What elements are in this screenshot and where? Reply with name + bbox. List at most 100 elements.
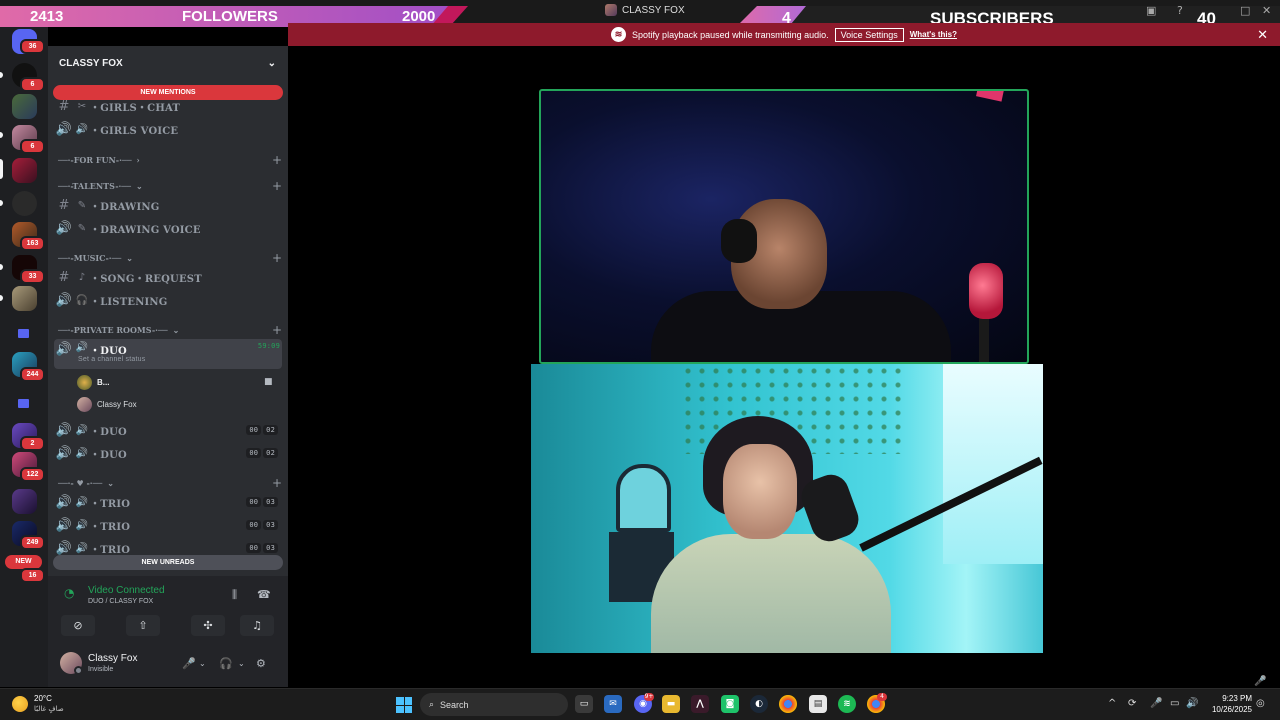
minimize-icon[interactable]: □ (1240, 4, 1250, 17)
add-channel-icon[interactable]: + (272, 153, 282, 167)
gear-icon[interactable]: ⚙ (256, 657, 266, 670)
voice-user[interactable]: B... (77, 372, 109, 392)
followers-label: FOLLOWERS (182, 8, 278, 25)
add-channel-icon[interactable]: + (272, 323, 282, 337)
screen: 2413 FOLLOWERS 2000 4 SUBSCRIBERS 40 CLA… (0, 0, 1280, 720)
voice-user[interactable]: Classy Fox (77, 394, 137, 414)
task-view-icon[interactable]: ▭ (575, 695, 593, 713)
clock-date[interactable]: 10/26/2025 (1204, 705, 1252, 714)
category-heart[interactable]: ──·- ♥ -·── ⌄ + (58, 476, 282, 490)
server-avatar[interactable] (12, 489, 37, 514)
outlook-icon[interactable]: ✉ (604, 695, 622, 713)
weather-temp[interactable]: 20°C (34, 694, 52, 703)
server-badge: 36 (20, 39, 45, 54)
category-talents[interactable]: ──·-TALENTS-·── ⌄ + (58, 179, 282, 193)
channel-duo[interactable]: 🔊 🔊 ・DUO 00 02 (54, 443, 282, 463)
new-servers-count: 16 (20, 568, 45, 583)
close-window-icon[interactable]: ✕ (1262, 4, 1271, 17)
add-channel-icon[interactable]: + (272, 251, 282, 265)
search-box[interactable]: ⌕ Search (420, 693, 568, 716)
new-servers-badge[interactable]: NEW (5, 555, 42, 569)
voice-channel-path[interactable]: DUO / CLASSY FOX (88, 598, 153, 605)
screen-share-icon[interactable]: ▣ (1146, 4, 1156, 17)
camera-off-button[interactable]: ⊘ (61, 615, 95, 636)
channel-duo-active[interactable]: 🔊 🔊 ・DUO 59:09 Set a channel status (54, 339, 282, 369)
channel-drawing[interactable]: # ✎ ・DRAWING (54, 195, 282, 215)
folder-icon[interactable] (18, 329, 29, 338)
unread-pill (0, 264, 3, 270)
chevron-up-icon[interactable]: ^ (1108, 698, 1116, 709)
spotify-icon[interactable]: ≋ (838, 695, 856, 713)
voice-settings-button[interactable]: Voice Settings (834, 27, 904, 42)
file-explorer-icon[interactable]: ▬ (662, 695, 680, 713)
chevron-down-icon[interactable]: ⌄ (199, 659, 206, 668)
server-avatar[interactable] (12, 286, 37, 311)
speaker-icon: 🔊 (55, 422, 73, 438)
server-avatar[interactable] (12, 94, 37, 119)
server-badge: 6 (20, 77, 45, 92)
voice-user-name: Classy Fox (97, 399, 137, 409)
speaker-icon: 🔊 (75, 542, 89, 554)
chrome-icon[interactable] (779, 695, 797, 713)
channel-listening[interactable]: 🔊 🎧 ・LISTENING (54, 290, 282, 310)
chevron-down-icon[interactable]: ⌄ (238, 659, 245, 668)
folder-icon[interactable] (18, 399, 29, 408)
channel-duo[interactable]: 🔊 🔊 ・DUO 00 02 (54, 420, 282, 440)
clock-time[interactable]: 9:23 PM (1208, 694, 1252, 703)
whats-this-link[interactable]: What's this? (910, 30, 957, 39)
speaker-icon: 🔊 (55, 494, 73, 510)
user-name[interactable]: Classy Fox (88, 653, 137, 664)
microphone-icon[interactable]: 🎤 (1150, 698, 1162, 709)
network-icon[interactable]: ▭ (1170, 698, 1179, 709)
editor-icon[interactable]: ⋀ (691, 695, 709, 713)
disconnect-icon[interactable]: ☎ (257, 588, 271, 601)
channel-trio[interactable]: 🔊 🔊 ・TRIO 00 03 (54, 515, 282, 535)
channel-label: ・TRIO (90, 544, 131, 556)
video-tile-speaking[interactable] (539, 89, 1029, 364)
avatar (77, 396, 92, 412)
weather-icon[interactable] (12, 696, 28, 712)
channel-trio[interactable]: 🔊 🔊 ・TRIO 00 03 (54, 492, 282, 512)
notification-icon[interactable]: ◎ (1256, 698, 1265, 709)
noise-suppression-icon[interactable]: ⫼ (232, 588, 237, 602)
headphones-icon[interactable]: 🎧 (219, 657, 233, 670)
channel-girls-chat[interactable]: # ✂ ・GIRLS・CHAT (54, 96, 282, 116)
help-icon[interactable]: ? (1177, 4, 1183, 17)
channel-status[interactable]: Set a channel status (78, 356, 145, 363)
server-avatar[interactable] (12, 191, 37, 216)
document-icon[interactable]: ▤ (809, 695, 827, 713)
add-channel-icon[interactable]: + (272, 476, 282, 490)
activities-button[interactable]: ✣ (191, 615, 225, 636)
streaming-app-icon[interactable]: ◙ (721, 695, 739, 713)
channel-girls-voice[interactable]: 🔊 🔊 ・GIRLS VOICE (54, 119, 282, 139)
add-channel-icon[interactable]: + (272, 179, 282, 193)
category-music[interactable]: ──·-MUSIC-·── ⌄ + (58, 251, 282, 265)
channel-label: ・GIRLS VOICE (90, 125, 179, 137)
share-screen-button[interactable]: ⇧ (126, 615, 160, 636)
chrome-badge: 4 (877, 693, 887, 701)
server-header[interactable]: CLASSY FOX ⌄ (48, 46, 288, 80)
signal-icon[interactable]: ◔ (64, 586, 74, 600)
microphone-icon[interactable]: 🎤 (182, 657, 196, 670)
brush-icon: ✎ (77, 199, 87, 211)
category-private-rooms[interactable]: ──·-PRIVATE ROOMS-·── ⌄ + (58, 323, 282, 337)
channel-drawing-voice[interactable]: 🔊 ✎ ・DRAWING VOICE (54, 218, 282, 238)
volume-icon[interactable]: 🔊 (1186, 698, 1198, 709)
channel-label: ・TRIO (90, 521, 131, 533)
channel-song-request[interactable]: # ♪ ・SONG・REQUEST (54, 267, 282, 287)
server-avatar-selected[interactable] (12, 158, 37, 183)
soundboard-button[interactable]: ♫ (240, 615, 274, 636)
chevron-down-icon: ⌄ (126, 253, 133, 263)
steam-icon[interactable]: ◐ (750, 695, 768, 713)
new-unreads-banner[interactable]: NEW UNREADS (53, 555, 283, 570)
video-tile[interactable] (531, 364, 1043, 653)
user-count: 00 (246, 425, 262, 435)
close-icon[interactable]: ✕ (1257, 27, 1268, 43)
start-button[interactable] (396, 697, 412, 713)
user-limit: 02 (263, 448, 278, 458)
sync-icon[interactable]: ⟳ (1128, 698, 1136, 709)
user-status: Invisible (88, 666, 114, 673)
category-for-fun[interactable]: ──·-FOR FUN-·── › + (58, 153, 282, 167)
overlay-sticker (976, 91, 1004, 102)
text-channel-icon: # (58, 269, 70, 285)
